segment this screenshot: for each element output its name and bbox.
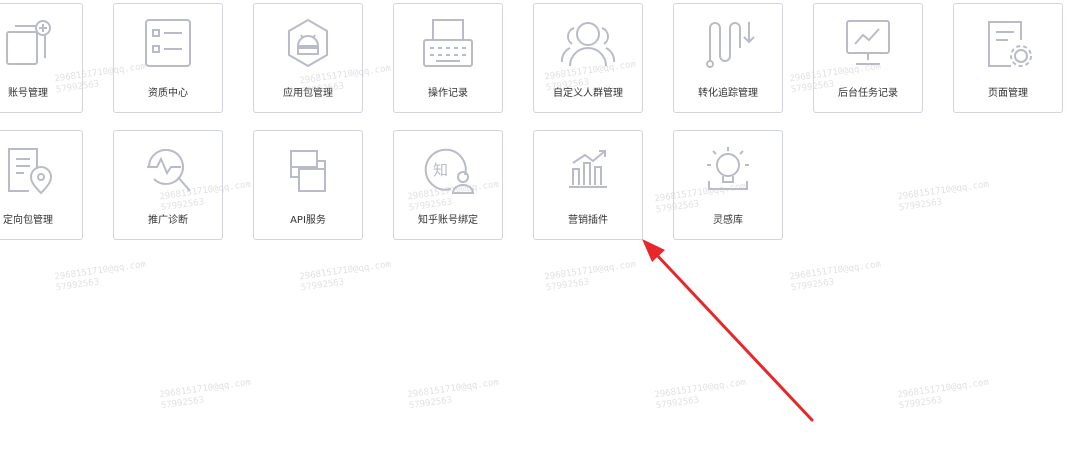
watermark: 2968151710@qq.com 57992563	[788, 259, 882, 294]
tile-inspiration-library[interactable]: 灵感库	[673, 130, 783, 240]
tile-custom-audience-management[interactable]: 自定义人群管理	[533, 3, 643, 113]
tile-label: 知乎账号绑定	[418, 215, 478, 226]
tile-zhihu-account-binding[interactable]: 知 知乎账号绑定	[393, 130, 503, 240]
tile-label: 转化追踪管理	[698, 88, 758, 99]
tile-api-service[interactable]: API服务	[253, 130, 363, 240]
tile-conversion-tracking[interactable]: 转化追踪管理	[673, 3, 783, 113]
marketing-chart-icon	[569, 150, 607, 188]
watermark: 2968151710@qq.com 57992563	[53, 259, 147, 294]
document-location-icon	[8, 148, 53, 195]
watermark: 2968151710@qq.com 57992563	[653, 377, 747, 412]
watermark: 2968151710@qq.com 57992563	[543, 259, 637, 294]
tile-label: 灵感库	[713, 215, 743, 226]
zhihu-bind-icon: 知	[424, 148, 475, 194]
tile-qualification-center[interactable]: 资质中心	[113, 3, 223, 113]
watermark: 2968151710@qq.com 57992563	[896, 179, 990, 214]
tile-label: 自定义人群管理	[553, 88, 623, 99]
lightbulb-icon	[707, 147, 749, 190]
tile-label: API服务	[290, 215, 326, 226]
tile-label: 营销插件	[568, 215, 608, 226]
account-cards-icon	[6, 20, 51, 65]
tile-marketing-plugins[interactable]: 营销插件	[533, 130, 643, 240]
svg-text:知: 知	[433, 161, 448, 179]
tile-targeting-package-management[interactable]: 定向包管理	[0, 130, 83, 240]
tile-label: 后台任务记录	[838, 88, 898, 99]
tile-label: 资质中心	[148, 88, 188, 99]
watermark: 2968151710@qq.com 57992563	[298, 259, 392, 294]
diagnosis-magnifier-icon	[147, 148, 191, 192]
tile-label: 应用包管理	[283, 88, 333, 99]
tile-label: 页面管理	[988, 88, 1028, 99]
page-settings-icon	[988, 21, 1032, 67]
conversion-track-icon	[706, 22, 755, 68]
watermark: 2968151710@qq.com 57992563	[158, 377, 252, 412]
typewriter-icon	[423, 19, 473, 67]
user-group-icon	[560, 22, 616, 67]
tile-label: 操作记录	[428, 88, 468, 99]
tile-account-management[interactable]: 账号管理	[0, 3, 83, 113]
tile-promotion-diagnosis[interactable]: 推广诊断	[113, 130, 223, 240]
tile-label: 定向包管理	[3, 215, 53, 226]
watermark: 2968151710@qq.com 57992563	[406, 377, 500, 412]
tile-operation-records[interactable]: 操作记录	[393, 3, 503, 113]
qualification-list-icon	[145, 19, 191, 67]
tile-label: 推广诊断	[148, 215, 188, 226]
android-package-icon	[288, 18, 328, 68]
api-squares-icon	[290, 150, 326, 192]
tile-app-package-management[interactable]: 应用包管理	[253, 3, 363, 113]
tile-background-task-records[interactable]: 后台任务记录	[813, 3, 923, 113]
tile-label: 账号管理	[8, 88, 48, 99]
tile-page-management[interactable]: 页面管理	[953, 3, 1063, 113]
monitor-task-icon	[846, 20, 890, 65]
watermark: 2968151710@qq.com 57992563	[896, 377, 990, 412]
